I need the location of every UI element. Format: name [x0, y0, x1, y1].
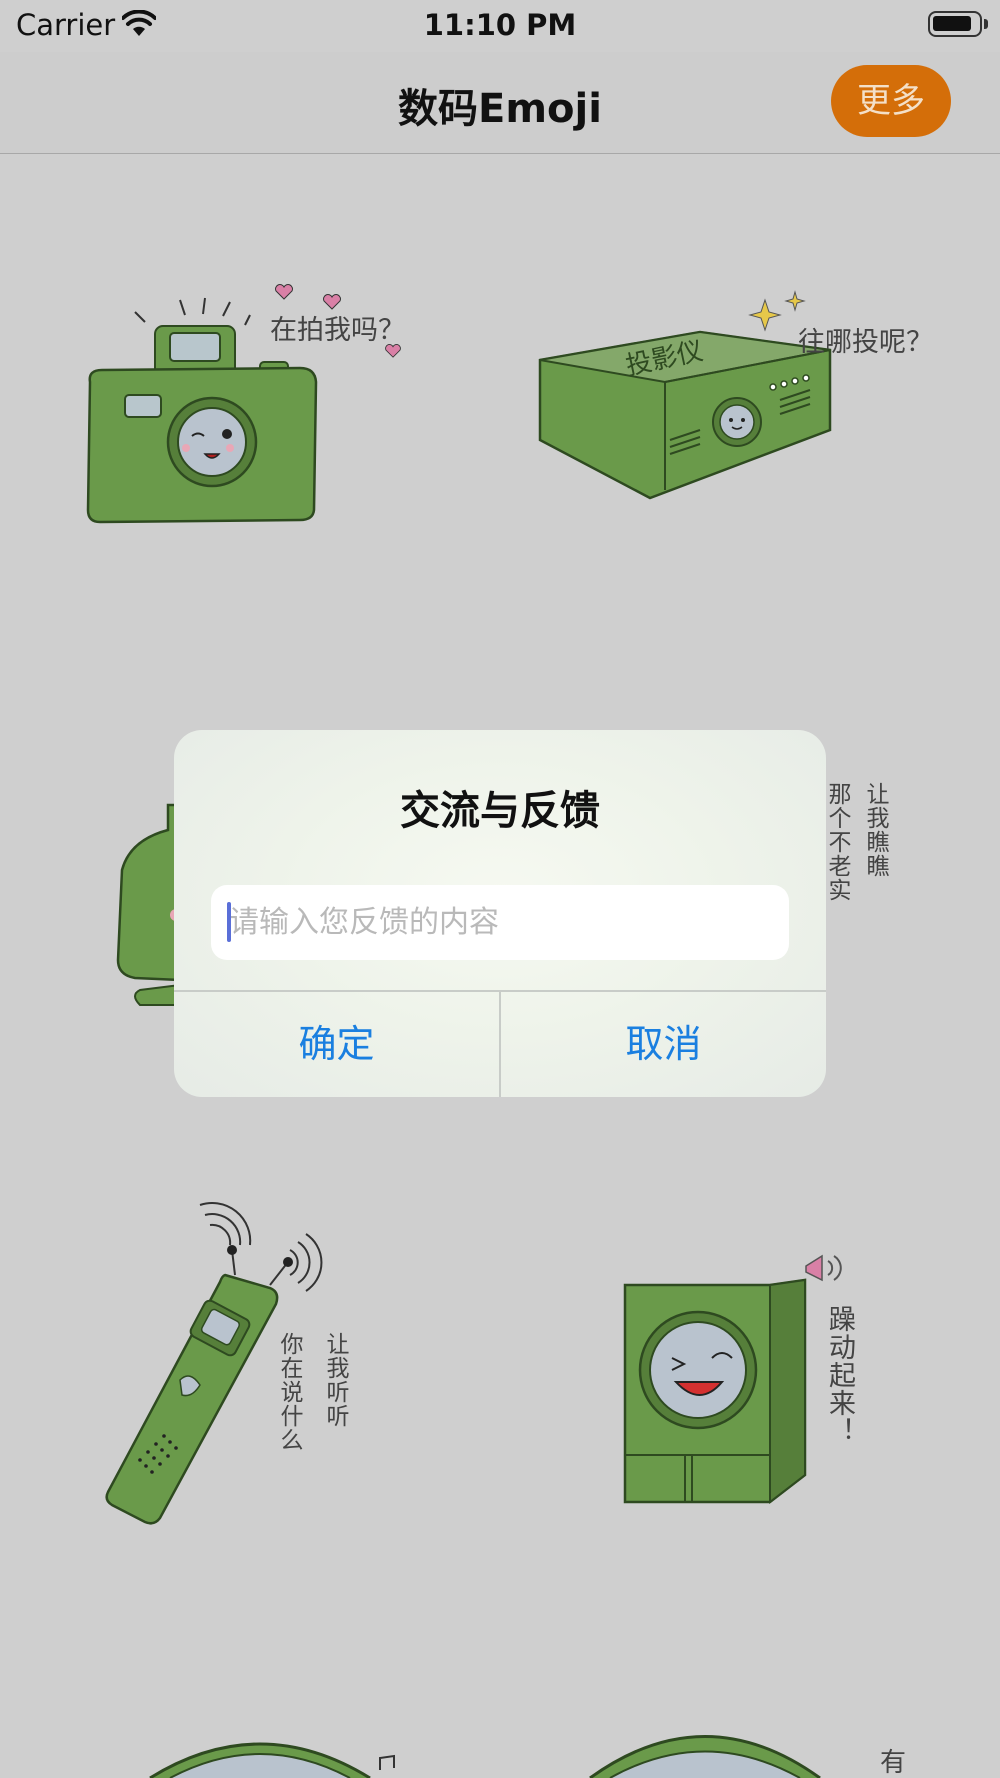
bottom-left-illustration [149, 1742, 395, 1778]
middle-left-illustration [116, 803, 182, 1006]
projector-sticker[interactable]: 投影仪 往哪投呢？ [530, 290, 970, 510]
speaker-sticker[interactable]: 躁动起来！ [620, 1250, 880, 1510]
bottom-right-illustration [589, 1735, 821, 1778]
bottom-left-sticker[interactable] [140, 1730, 420, 1778]
battery-icon [928, 11, 982, 37]
speaker-illustration [623, 1278, 807, 1505]
megaphone-icon [805, 1254, 842, 1282]
confirm-button[interactable]: 确定 [174, 991, 499, 1097]
camera-sticker[interactable]: 在拍我吗？ [70, 270, 450, 540]
cancel-button[interactable]: 取消 [501, 991, 826, 1097]
bottom-right-caption: 有 [880, 1748, 907, 1778]
middle-left-sticker[interactable] [110, 800, 182, 1010]
status-bar: Carrier 11:10 PM [0, 0, 1000, 52]
projector-caption: 往哪投呢？ [798, 327, 933, 358]
recorder-caption-2: 让我听听 [322, 1332, 348, 1428]
navigation-bar: 数码Emoji 更多 [0, 52, 1000, 154]
speaker-caption: 躁动起来！ [824, 1305, 855, 1445]
text-cursor [227, 902, 231, 942]
feedback-input[interactable] [211, 885, 789, 960]
more-button[interactable]: 更多 [831, 65, 951, 137]
camera-caption: 在拍我吗？ [270, 315, 405, 346]
heart-icon [275, 284, 293, 300]
bottom-right-sticker[interactable]: 有 [580, 1720, 980, 1778]
status-time: 11:10 PM [423, 8, 577, 42]
battery-cap [984, 19, 988, 29]
recorder-caption-1: 你在说什么 [276, 1332, 302, 1452]
alert-title: 交流与反馈 [400, 788, 600, 834]
recorder-sticker[interactable]: 你在说什么 让我听听 [100, 1200, 460, 1530]
feedback-alert: 交流与反馈 确定 取消 [174, 730, 826, 1097]
middle-right-caption-2: 让我瞧瞧 [862, 782, 888, 878]
